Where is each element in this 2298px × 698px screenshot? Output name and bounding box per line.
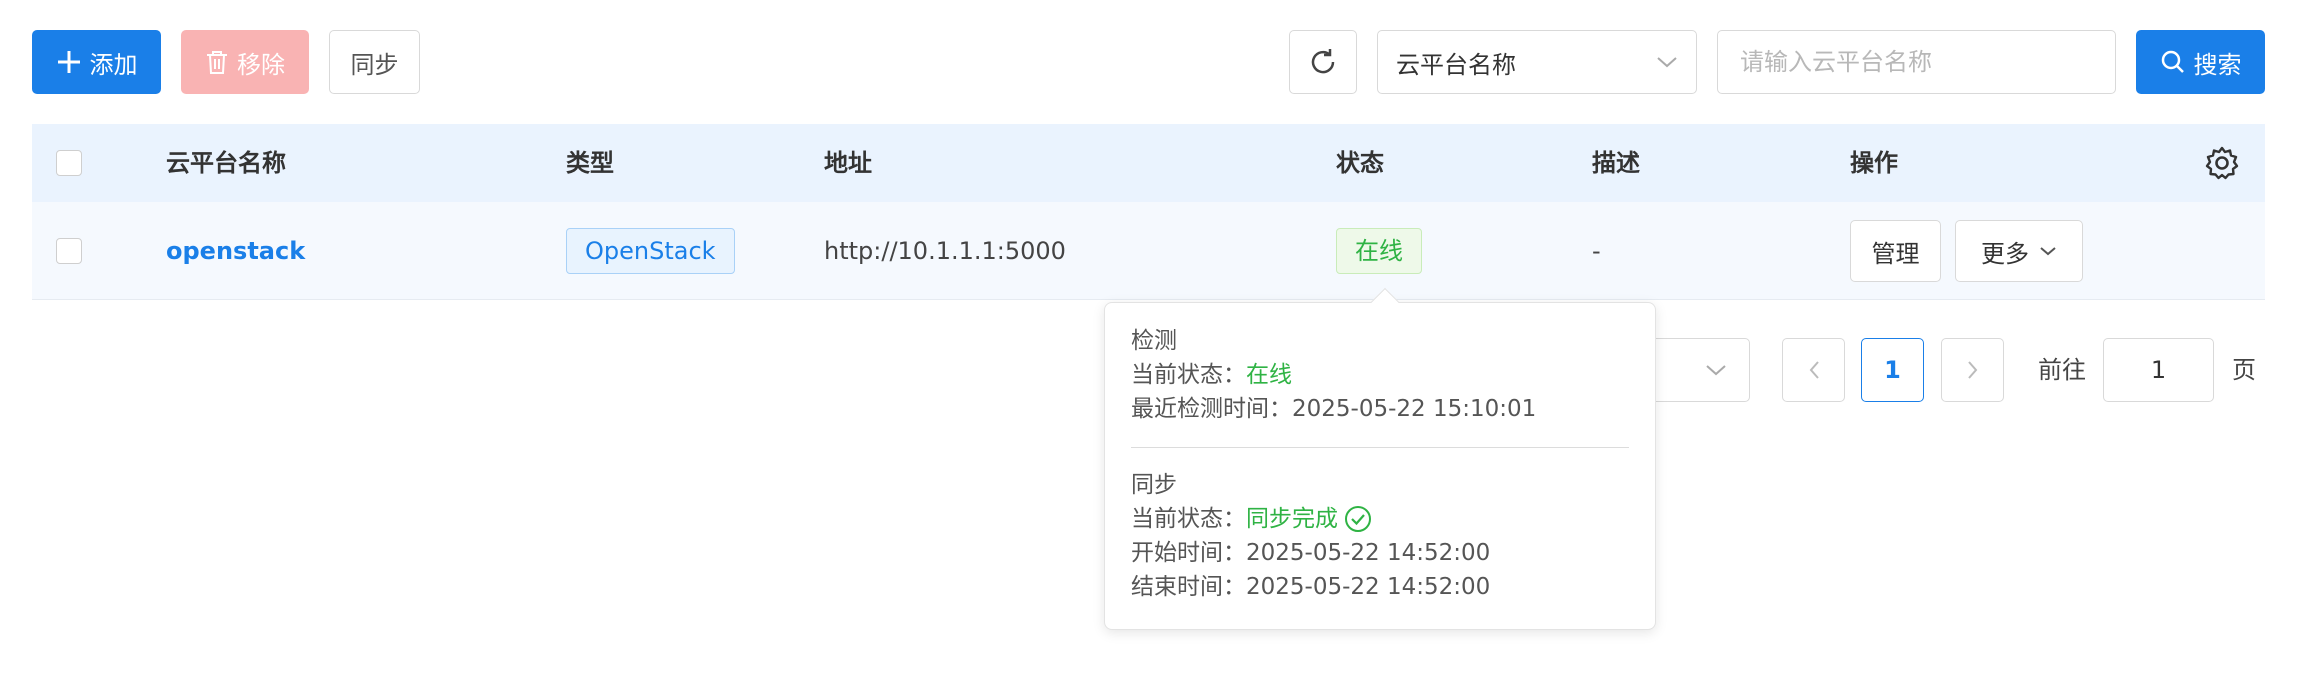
refresh-icon [1307,46,1339,78]
check-time-label: 最近检测时间： [1131,396,1292,422]
check-circle-icon [1344,505,1372,533]
filter-field-value: 云平台名称 [1396,50,1516,79]
add-button-label: 添加 [89,50,138,79]
select-all-checkbox[interactable] [56,150,82,176]
refresh-button[interactable] [1289,30,1357,94]
status-badge[interactable]: 在线 [1336,228,1422,274]
search-icon [2160,49,2186,75]
next-page-button[interactable] [1941,338,2004,402]
column-header-type: 类型 [566,149,614,177]
row-checkbox[interactable] [56,238,82,264]
column-header-address: 地址 [824,149,872,177]
chevron-down-icon [1705,363,1727,377]
sync-status-label: 当前状态： [1131,506,1246,532]
more-button-label: 更多 [1981,239,2029,268]
column-header-name: 云平台名称 [166,149,286,177]
sync-status-value: 同步完成 [1246,506,1338,532]
sync-start-line: 开始时间：2025-05-22 14:52:00 [1131,537,1490,569]
chevron-right-icon [1967,360,1979,380]
sync-section-title: 同步 [1131,472,1177,498]
page-number-1[interactable]: 1 [1861,338,1924,402]
check-status-label: 当前状态： [1131,362,1246,388]
sync-end-label: 结束时间： [1131,574,1246,600]
trash-icon [205,49,229,75]
sync-start-value: 2025-05-22 14:52:00 [1246,540,1491,566]
goto-page-value: 1 [2150,356,2167,384]
description-cell: - [1592,237,1601,265]
column-header-actions: 操作 [1850,149,1898,177]
column-settings-gear-icon[interactable] [2204,145,2240,181]
status-popover: 检测 当前状态：在线 最近检测时间：2025-05-22 15:10:01 同步… [1104,287,1656,630]
sync-start-label: 开始时间： [1131,540,1246,566]
column-header-description: 描述 [1592,149,1640,177]
goto-page-input[interactable]: 1 [2103,338,2214,402]
manage-button-label: 管理 [1871,239,1920,268]
sync-end-value: 2025-05-22 14:52:00 [1246,574,1491,600]
search-input[interactable] [1717,30,2116,94]
sync-button[interactable]: 同步 [329,30,420,94]
remove-button[interactable]: 移除 [181,30,309,94]
filter-field-select[interactable]: 云平台名称 [1377,30,1697,94]
sync-button-label: 同步 [350,50,399,79]
chevron-down-icon [1656,55,1678,69]
type-tag: OpenStack [566,228,735,274]
popover-divider [1131,447,1629,448]
check-status-value: 在线 [1246,362,1292,388]
goto-label: 前往 [2038,356,2086,384]
address-cell: http://10.1.1.1:5000 [824,237,1066,265]
remove-button-label: 移除 [237,50,285,79]
check-section-title: 检测 [1131,328,1177,354]
prev-page-button[interactable] [1782,338,1845,402]
page-suffix-label: 页 [2232,356,2256,384]
chevron-down-icon [2039,245,2057,257]
sync-status-line: 当前状态： 同步完成 [1131,503,1372,535]
table-header: 云平台名称 类型 地址 状态 描述 操作 [32,124,2265,202]
chevron-left-icon [1808,360,1820,380]
platform-name-link[interactable]: openstack [166,202,305,300]
check-time-value: 2025-05-22 15:10:01 [1292,396,1537,422]
check-time-line: 最近检测时间：2025-05-22 15:10:01 [1131,393,1536,425]
column-header-status: 状态 [1336,149,1384,177]
page-number-label: 1 [1884,356,1901,384]
search-button[interactable]: 搜索 [2136,30,2265,94]
more-dropdown-button[interactable]: 更多 [1955,220,2083,282]
table-row: openstack OpenStack http://10.1.1.1:5000… [32,202,2265,300]
plus-icon [56,49,82,75]
manage-button[interactable]: 管理 [1850,220,1941,282]
add-button[interactable]: 添加 [32,30,161,94]
sync-end-line: 结束时间：2025-05-22 14:52:00 [1131,571,1490,603]
check-status-line: 当前状态：在线 [1131,359,1292,391]
search-button-label: 搜索 [2193,50,2242,79]
